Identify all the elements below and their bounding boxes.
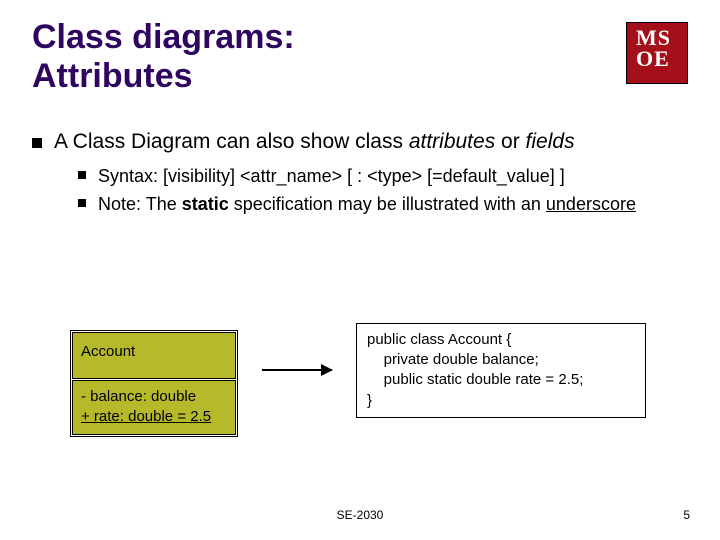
code-l1: public class Account { (367, 331, 511, 348)
title-line1: Class diagrams: (32, 18, 295, 56)
logo-line2: OE (636, 46, 670, 71)
sub-bullet-list: Syntax: [visibility] <attr_name> [ : <ty… (78, 164, 688, 217)
bullet-icon (78, 199, 86, 207)
code-l4: } (367, 392, 372, 409)
bullet-icon (78, 171, 86, 179)
bullet-main-em1: attributes (409, 130, 495, 153)
sub-bullet-2: Note: The static specification may be il… (78, 192, 688, 216)
bullet-main-em2: fields (526, 130, 575, 153)
code-l3: public static double rate = 2.5; (367, 371, 583, 388)
uml-attr-1: - balance: double (81, 387, 227, 407)
sub2-pre: Note: The (98, 194, 182, 214)
slide-title: Class diagrams: Attributes (32, 18, 295, 96)
uml-attr-2: + rate: double = 2.5 (81, 407, 227, 427)
uml-class-name: Account (72, 332, 236, 379)
sub-bullet-1: Syntax: [visibility] <attr_name> [ : <ty… (78, 164, 688, 188)
diagram-area: Account - balance: double + rate: double… (70, 330, 646, 437)
msoe-logo: MS OE (626, 22, 688, 84)
sub2-bold: static (182, 194, 229, 214)
footer-course: SE-2030 (337, 508, 384, 522)
sub2-mid: specification may be illustrated with an (229, 194, 546, 214)
code-l2: private double balance; (367, 351, 539, 368)
bullet-main-mid: or (495, 130, 525, 153)
bullet-main-pre: A Class Diagram can also show class (54, 130, 409, 153)
java-code-box: public class Account { private double ba… (356, 323, 646, 418)
sub-bullet-1-text: Syntax: [visibility] <attr_name> [ : <ty… (98, 164, 565, 188)
uml-class-box: Account - balance: double + rate: double… (70, 330, 238, 437)
arrow-icon (262, 369, 332, 371)
uml-attributes: - balance: double + rate: double = 2.5 (72, 380, 236, 435)
bullet-main: A Class Diagram can also show class attr… (32, 130, 688, 154)
footer-page-number: 5 (683, 508, 690, 522)
title-line2: Attributes (32, 57, 193, 95)
bullet-icon (32, 138, 42, 148)
sub2-under: underscore (546, 194, 636, 214)
